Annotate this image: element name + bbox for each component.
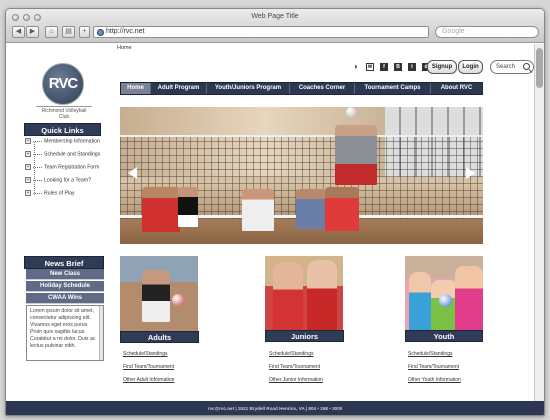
page-scrollbar[interactable]: [534, 44, 544, 404]
adult-player: [142, 270, 170, 322]
scrollbar-thumb[interactable]: [536, 48, 543, 88]
player-red-shirt: [142, 187, 180, 232]
player-blue-shirt: [296, 189, 326, 229]
youth-schedule-link[interactable]: Schedule/Standings: [408, 351, 452, 357]
spiking-player: [335, 125, 377, 185]
hero-slideshow: [120, 107, 483, 244]
youth-child-1: [409, 272, 431, 331]
juniors-find-team-link[interactable]: Find Team/Tournament: [269, 364, 320, 370]
quick-link-label[interactable]: Rules of Play: [44, 190, 75, 196]
window-title: Web Page Title: [251, 13, 299, 20]
player-black-shirt: [178, 187, 198, 227]
youth-volleyball: [439, 294, 452, 307]
expand-icon[interactable]: +: [25, 190, 31, 196]
facebook-icon[interactable]: f: [380, 63, 388, 71]
adults-photo[interactable]: [120, 256, 198, 331]
site-search-label: Search: [496, 64, 516, 70]
quick-link-rules[interactable]: + Rules of Play: [25, 190, 75, 196]
expand-icon[interactable]: +: [25, 164, 31, 170]
quick-link-registration[interactable]: + Team Registration Form: [25, 164, 99, 170]
adults-other-info-link[interactable]: Other Adult Information: [123, 377, 174, 383]
forward-button[interactable]: ▶: [26, 26, 39, 38]
expand-icon[interactable]: +: [25, 151, 31, 157]
main-nav: Home Adult Program Youth/Juniors Program…: [120, 82, 483, 95]
quick-link-label[interactable]: Team Registration Form: [44, 164, 99, 170]
nav-coaches-corner[interactable]: Coaches Corner: [290, 83, 355, 94]
quick-link-looking-for-team[interactable]: + Looking for a Team?: [25, 177, 91, 183]
rss-icon[interactable]: ◗: [352, 63, 360, 71]
youth-photo[interactable]: [405, 256, 483, 331]
twitter-icon[interactable]: t: [408, 63, 416, 71]
slider-next-icon[interactable]: [466, 167, 475, 179]
youth-child-3: [455, 266, 483, 331]
expand-icon[interactable]: +: [25, 138, 31, 144]
site-search-input[interactable]: Search: [490, 60, 534, 74]
news-item-holiday-schedule[interactable]: Holiday Schedule: [26, 281, 104, 292]
slider-prev-icon[interactable]: [128, 167, 137, 179]
juniors-other-info-link[interactable]: Other Junior Information: [269, 377, 323, 383]
print-button[interactable]: ▤: [62, 26, 75, 38]
expand-icon[interactable]: +: [25, 177, 31, 183]
adults-schedule-link[interactable]: Schedule/Standings: [123, 351, 167, 357]
nav-home[interactable]: Home: [121, 83, 151, 94]
browser-titlebar: Web Page Title ◀ ▶ ⌂ ▤ + http://rvc.net …: [6, 9, 544, 43]
url-text: http://rvc.net: [106, 28, 145, 35]
news-scrollbar[interactable]: [99, 306, 103, 360]
add-bookmark-button[interactable]: +: [79, 26, 90, 38]
club-logo[interactable]: RVC: [42, 63, 84, 105]
news-text-box[interactable]: Lorem ipsum dolor sit amet, consectetur …: [26, 305, 104, 361]
player-white-shirt: [242, 189, 274, 231]
adult-volleyball: [172, 294, 184, 306]
nav-adult-program[interactable]: Adult Program: [151, 83, 207, 94]
news-body: Lorem ipsum dolor sit amet, consectetur …: [30, 308, 96, 349]
mail-icon[interactable]: ✉: [366, 63, 374, 71]
news-item-cwaa-wins[interactable]: CWAA Wins: [26, 293, 104, 304]
quick-link-label[interactable]: Looking for a Team?: [44, 177, 91, 183]
quick-link-label[interactable]: Schedule and Standings: [44, 151, 100, 157]
youth-find-team-link[interactable]: Find Team/Tournament: [408, 364, 459, 370]
junior-player-left: [273, 262, 303, 331]
logo-caption: Richmond Volleyball Club: [36, 106, 92, 120]
login-button[interactable]: Login: [458, 60, 483, 74]
nav-youth-juniors-program[interactable]: Youth/Juniors Program: [207, 83, 290, 94]
browser-window: Web Page Title ◀ ▶ ⌂ ▤ + http://rvc.net …: [5, 8, 545, 416]
search-icon[interactable]: [523, 63, 530, 70]
globe-icon: [97, 29, 104, 36]
adults-label[interactable]: Adults: [120, 331, 199, 343]
junior-player-right: [307, 260, 337, 331]
juniors-label[interactable]: Juniors: [265, 330, 344, 342]
adults-find-team-link[interactable]: Find Team/Tournament: [123, 364, 174, 370]
quick-link-label[interactable]: Membership Information: [44, 138, 100, 144]
nav-about-rvc[interactable]: About RVC: [431, 83, 482, 94]
browser-search-input[interactable]: Google: [435, 26, 539, 38]
signup-button[interactable]: Signup: [427, 60, 457, 74]
quick-link-membership[interactable]: + Membership Information: [25, 138, 100, 144]
quick-link-schedule[interactable]: + Schedule and Standings: [25, 151, 100, 157]
address-bar[interactable]: http://rvc.net: [93, 26, 429, 38]
volleyball: [346, 107, 356, 117]
youth-other-info-link[interactable]: Other Youth Information: [408, 377, 461, 383]
breadcrumb[interactable]: Home: [117, 45, 132, 51]
blog-icon[interactable]: B: [394, 63, 402, 71]
news-item-new-class[interactable]: New Class: [26, 269, 104, 280]
player-red-shorts: [325, 187, 359, 231]
quick-links-heading: Quick Links: [24, 123, 101, 136]
back-button[interactable]: ◀: [12, 26, 25, 38]
juniors-schedule-link[interactable]: Schedule/Standings: [269, 351, 313, 357]
page-footer: rvc@rvc.net | 2521 Brydell Road Henrico,…: [6, 401, 544, 415]
youth-label[interactable]: Youth: [405, 330, 483, 342]
social-icons: ◗ ✉ f B t d: [352, 63, 436, 72]
news-brief-heading: News Brief: [24, 256, 104, 269]
nav-tournament-camps[interactable]: Tournament Camps: [355, 83, 431, 94]
juniors-photo[interactable]: [265, 256, 343, 331]
home-button[interactable]: ⌂: [45, 26, 58, 38]
